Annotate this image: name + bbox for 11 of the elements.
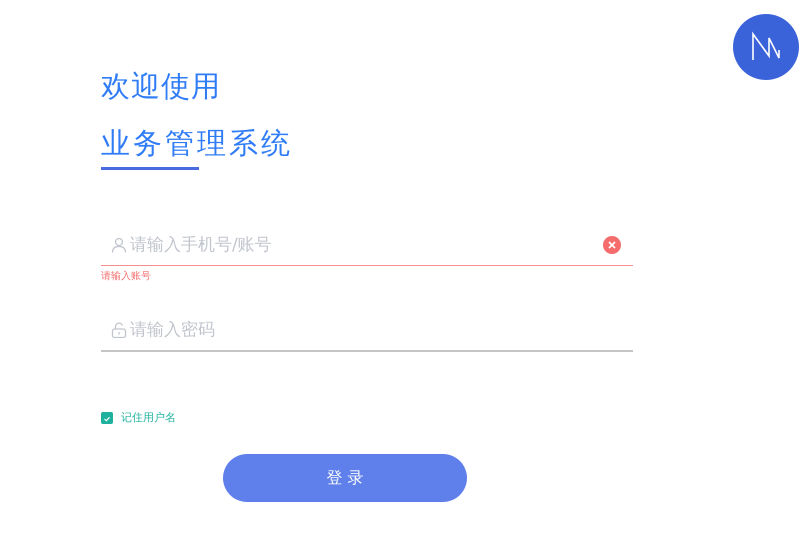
clear-icon[interactable] bbox=[603, 236, 621, 254]
error-message: 请输入账号 bbox=[101, 270, 152, 283]
user-icon bbox=[111, 236, 127, 252]
checkbox[interactable] bbox=[101, 412, 113, 424]
input-field[interactable]: 请输入手机号/账号 bbox=[130, 234, 603, 254]
welcome-title: 欢迎使用 bbox=[101, 68, 221, 105]
remember-label[interactable]: 记住用户名 bbox=[121, 410, 176, 425]
system-title: 业务管理系统 bbox=[101, 125, 293, 162]
input-field[interactable]: 请输入密码 bbox=[130, 320, 633, 340]
unlocked-padlock-icon bbox=[111, 322, 127, 338]
login-button[interactable]: 登 录 bbox=[223, 454, 467, 502]
